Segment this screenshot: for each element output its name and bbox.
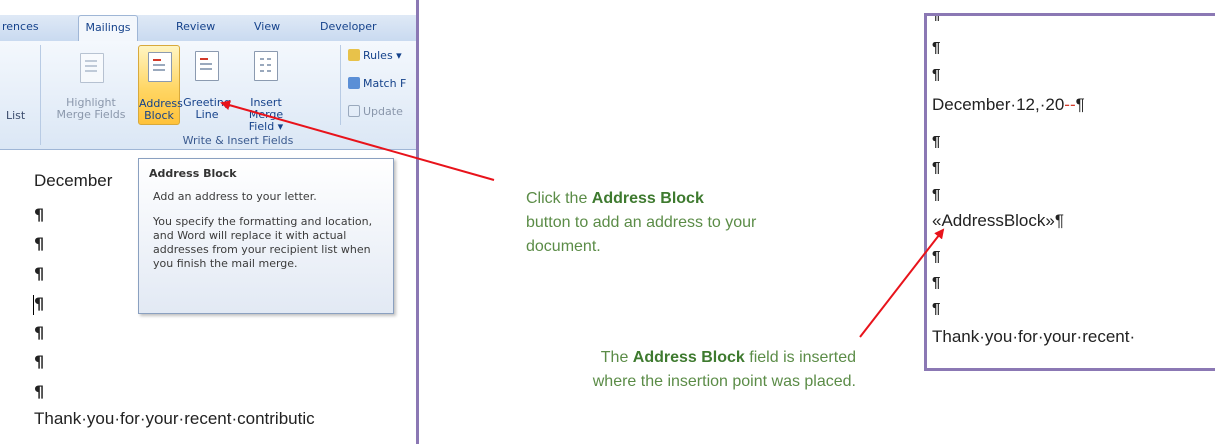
update-label: Update [363,105,403,118]
tab-references[interactable]: rences [2,20,39,33]
paragraph-mark: ¶ [932,159,941,176]
caption-text: The [600,349,633,366]
match-fields-button[interactable]: Match F [348,77,406,90]
insert-merge-field-button[interactable]: Insert Merge Field ▾ [232,49,300,133]
paragraph-mark: ¶ [1075,95,1085,114]
greeting-line-button[interactable]: Greeting Line [183,49,231,121]
tooltip-title: Address Block [149,167,237,180]
match-fields-icon [348,77,360,89]
address-block-button[interactable]: Address Block [138,45,183,125]
paragraph-mark: ¶ [932,248,941,265]
paragraph-mark: ¶ [34,205,45,224]
update-labels-button[interactable]: Update [348,105,403,118]
caption-text: Click the [526,190,592,207]
paragraph-mark: ¶ [932,186,941,203]
highlight-merge-fields-button[interactable]: Highlight Merge Fields [52,49,130,121]
rules-button[interactable]: Rules ▾ [348,49,402,62]
caption-bold-text: Address Block [632,349,745,366]
ribbon-body: List Highlight Merge Fields Address Bloc… [0,41,416,150]
tab-developer[interactable]: Developer [320,20,377,33]
ribbon-divider [40,45,41,145]
greeting-line-label-line2: Line [195,108,219,121]
document-closing-line: Thank·you·for·your·recent·contributic [34,409,315,428]
ribbon-list-label[interactable]: List [6,109,25,122]
tab-mailings[interactable]: Mailings [78,15,138,41]
caption-text: button to add an address to your documen… [526,214,757,255]
word-screenshot-right: ¶ ¶ ¶ December·12,·20--¶ ¶ ¶ ¶ «AddressB… [924,13,1215,371]
caption-bold-text: Address Block [591,190,704,207]
insert-merge-field-label-line2: Field ▾ [248,120,284,133]
address-block-tooltip: Address Block Add an address to your let… [138,158,394,314]
paragraph-mark: ¶ [34,323,45,342]
paragraph-mark: ¶ [932,133,941,150]
date-text: December·12,·20 [932,95,1065,114]
ribbon-tab-strip: rences Mailings Review View Developer [0,15,416,42]
paragraph-mark-insertion-point[interactable]: ¶ [34,294,44,313]
insert-merge-field-icon [254,51,278,81]
greeting-line-icon [195,51,219,81]
paragraph-mark: ¶ [932,13,941,23]
document-date-line: December [34,171,113,190]
address-block-icon [148,52,172,82]
document-closing-line: Thank·you·for·your·recent· [932,327,1136,346]
paragraph-mark: ¶ [932,39,941,56]
tooltip-details: You specify the formatting and location,… [153,215,373,270]
tab-review[interactable]: Review [176,20,215,33]
ribbon-divider [340,45,341,125]
rules-label: Rules ▾ [363,49,402,62]
rules-icon [348,49,360,61]
paragraph-mark: ¶ [34,234,45,253]
address-block-merge-field[interactable]: «AddressBlock»¶ [932,211,1064,231]
address-block-label-line2: Block [144,109,174,122]
document-date-line: December·12,·20--¶ [932,95,1085,115]
paragraph-mark: ¶ [34,264,45,283]
write-insert-fields-group-label: Write & Insert Fields [182,134,294,147]
paragraph-mark: ¶ [932,300,941,317]
tab-view[interactable]: View [254,20,280,33]
highlight-label-line2: Merge Fields [56,108,126,121]
insert-merge-field-label-line1: Insert Merge [248,96,284,121]
paragraph-mark: ¶ [932,274,941,291]
paragraph-mark: ¶ [932,66,941,83]
highlight-document-icon [80,53,104,83]
paragraph-mark: ¶ [34,352,45,371]
update-icon [348,105,360,117]
word-screenshot-left: rences Mailings Review View Developer Li… [0,0,419,444]
caption-click-address-block: Click the Address Block button to add an… [526,187,816,259]
tooltip-description: Add an address to your letter. [153,190,317,203]
caption-field-inserted: The Address Block field is inserted wher… [560,346,856,394]
match-fields-label: Match F [363,77,407,90]
paragraph-mark: ¶ [34,382,45,401]
date-dashes: -- [1064,95,1076,114]
